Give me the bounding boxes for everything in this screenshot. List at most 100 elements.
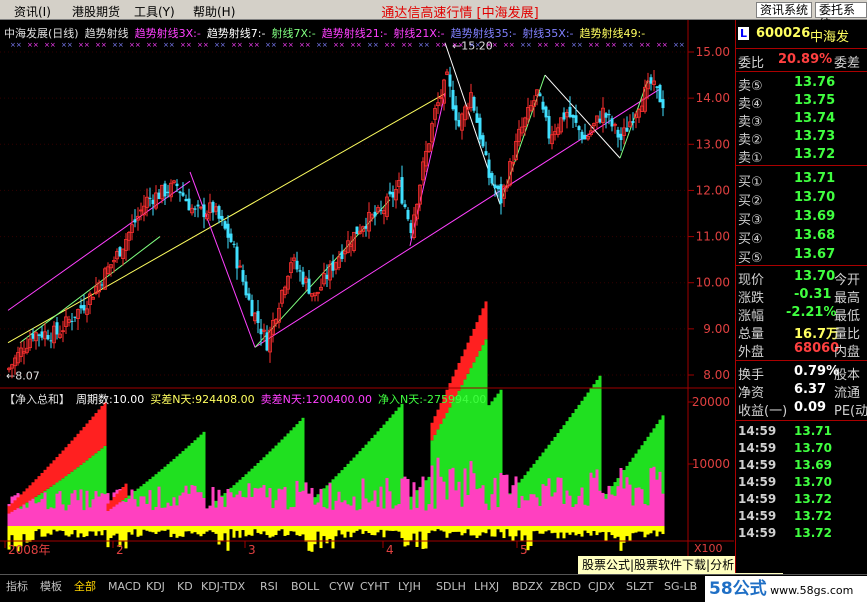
flow-bar-red: [13, 500, 17, 511]
flow-bar-yellow: [229, 526, 233, 530]
menu-hk-futures[interactable]: 港股期货: [72, 3, 120, 20]
flow-bar-red: [52, 460, 56, 485]
flow-bar-red: [28, 485, 32, 501]
flow-bar-yellow: [346, 526, 350, 532]
stat2-value: 6.37: [794, 382, 827, 397]
news-system-button[interactable]: 资讯系统: [756, 2, 813, 18]
signal-marker: ××: [452, 41, 464, 49]
flow-bar-yellow: [25, 526, 29, 543]
candle-body: [544, 106, 548, 118]
flow-bar-red: [475, 322, 479, 357]
flow-bar-green: [484, 339, 488, 526]
flow-bar-yellow: [43, 526, 47, 537]
tab-rsi[interactable]: RSI: [260, 579, 278, 595]
tab-macd[interactable]: MACD: [108, 579, 141, 595]
flow-bar-pink: [346, 504, 350, 526]
tab-sg-lb[interactable]: SG-LB: [664, 579, 697, 595]
bid-label: 买④: [738, 232, 763, 247]
flow-bar-red: [25, 488, 29, 503]
tab-lhxj[interactable]: LHXJ: [474, 579, 499, 595]
flow-bar-yellow: [415, 526, 419, 547]
tab-bdzx[interactable]: BDZX: [512, 579, 543, 595]
tab-cjdx[interactable]: CJDX: [588, 579, 615, 595]
flow-bar-yellow: [505, 526, 509, 530]
tab-全部[interactable]: 全部: [74, 579, 96, 595]
menubar: 资讯(I) 港股期货 工具(Y) 帮助(H) 通达信高速行情 [中海发展] 资讯…: [0, 0, 867, 31]
tab-boll[interactable]: BOLL: [291, 579, 319, 595]
stat-label2: 内盘: [834, 345, 861, 360]
stat-value: 68060: [794, 341, 840, 356]
tick-row: 14:59 13.72: [736, 526, 867, 543]
flow-bar-pink: [475, 489, 479, 526]
candle-body: [46, 334, 50, 340]
stat2-row: 净资 6.37 流通: [736, 382, 867, 401]
flow-bar-yellow: [256, 526, 260, 533]
stat-label: 涨跌: [738, 291, 765, 306]
tab-指标[interactable]: 指标: [6, 579, 28, 595]
tab-模板[interactable]: 模板: [40, 579, 62, 595]
tab-cyw[interactable]: CYW: [329, 579, 354, 595]
flow-bar-pink: [628, 484, 632, 526]
flow-bar-pink: [310, 487, 314, 526]
flow-bar-yellow: [382, 526, 386, 538]
candle-body: [235, 246, 239, 269]
flow-bar-pink: [562, 503, 566, 526]
menu-help[interactable]: 帮助(H): [193, 3, 235, 20]
tab-lyjh[interactable]: LYJH: [398, 579, 421, 595]
flow-bar-pink: [394, 505, 398, 526]
tab-kdj[interactable]: KDJ: [146, 579, 165, 595]
stat-row: 外盘 68060 内盘: [736, 341, 867, 360]
signal-marker: ××: [418, 41, 430, 49]
flow-bar-red: [97, 409, 101, 451]
candle-body: [202, 204, 206, 218]
trade-system-button[interactable]: 委托系统: [815, 2, 867, 31]
flow-bar-yellow: [67, 526, 71, 537]
flow-bar-pink: [331, 509, 335, 526]
flow-bar-yellow: [556, 526, 560, 539]
candle-body: [655, 86, 659, 88]
flow-bar-yellow: [487, 526, 491, 530]
flow-bar-yellow: [514, 526, 518, 537]
flow-bar-pink: [619, 467, 623, 526]
signal-marker: ××: [588, 41, 600, 49]
legend-item: 趋势射线49:-: [579, 27, 646, 40]
signal-marker: ××: [520, 41, 532, 49]
flow-bar-yellow: [82, 526, 86, 538]
flow-bar-red: [31, 482, 35, 499]
tab-sdlh[interactable]: SDLH: [436, 579, 466, 595]
menu-tools[interactable]: 工具(Y): [134, 3, 175, 20]
flow-bar-pink: [265, 497, 269, 526]
divider: [736, 360, 867, 361]
flow-bar-yellow: [211, 526, 215, 533]
flow-bar-yellow: [103, 526, 107, 531]
flow-bar-pink: [613, 495, 617, 526]
flow-bar-yellow: [58, 526, 62, 531]
candle-body: [175, 183, 179, 187]
flow-bar-red: [466, 342, 470, 374]
flow-bar-yellow: [268, 526, 272, 538]
flow-bar-yellow: [388, 526, 392, 531]
tab-kdj-tdx[interactable]: KDJ-TDX: [201, 579, 245, 595]
ask-price: 13.73: [794, 129, 836, 144]
flow-bar-yellow: [598, 526, 602, 533]
tab-kd[interactable]: KD: [177, 579, 193, 595]
trend-ray-49: [7, 93, 446, 344]
tab-cyht[interactable]: CYHT: [360, 579, 389, 595]
tab-slzt[interactable]: SLZT: [626, 579, 653, 595]
flow-bar-yellow: [316, 526, 320, 532]
flow-bar-pink: [253, 488, 257, 526]
stock-name: 中海发: [810, 30, 850, 45]
flow-bar-pink: [325, 508, 329, 526]
chart-canvas[interactable]: ←15.20←8.07×× ×× ×× ×× ×× ×× ×× ×× ×× ×× ×× ×× ×× ×× ×…: [0, 20, 734, 573]
flow-bar-pink: [109, 507, 113, 526]
flow-bar-red: [121, 487, 125, 501]
y-tick-label: 11.00: [696, 230, 730, 244]
flow-bar-pink: [229, 492, 233, 526]
tab-zbcd[interactable]: ZBCD: [550, 579, 581, 595]
flow-bar-pink: [436, 457, 440, 526]
flow-bar-pink: [373, 490, 377, 526]
flow-bar-yellow: [580, 526, 584, 537]
flow-bar-yellow: [277, 526, 281, 531]
flow-bar-red: [478, 315, 482, 351]
menu-info[interactable]: 资讯(I): [14, 3, 51, 20]
